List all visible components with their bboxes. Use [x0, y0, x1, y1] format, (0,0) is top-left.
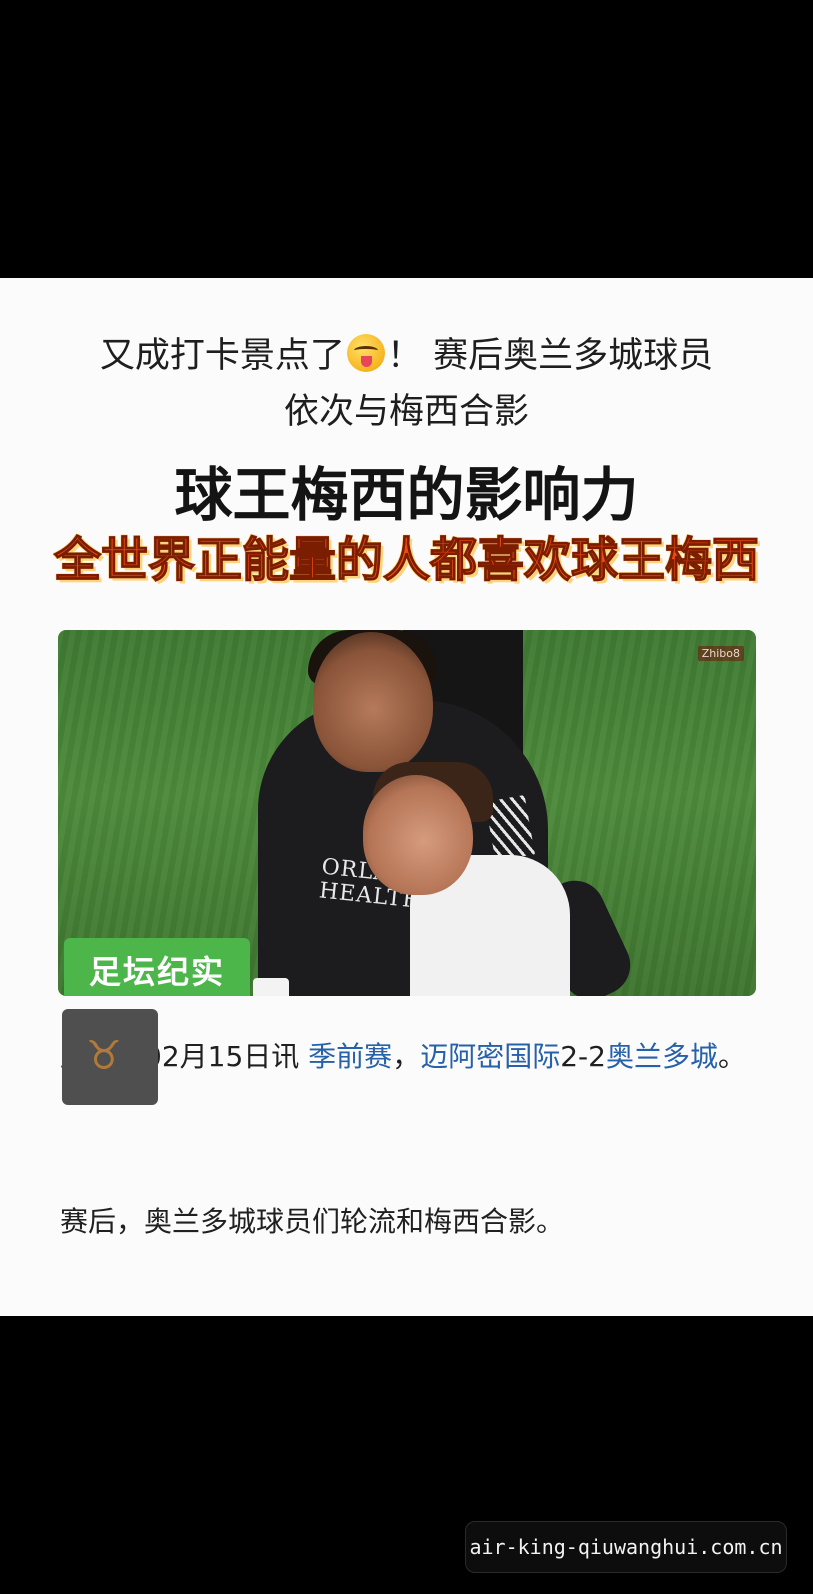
wristband [253, 978, 289, 996]
link-orlando-city[interactable]: 奥兰多城 [606, 1040, 718, 1073]
link-preseason[interactable]: 季前赛 [308, 1040, 392, 1073]
squinting-face-with-tongue-icon [346, 334, 385, 372]
messi-head [363, 775, 473, 895]
link-inter-miami[interactable]: 迈阿密国际 [420, 1040, 560, 1073]
goat-icon: ♉ [86, 1033, 122, 1079]
article-photo[interactable]: ORLANDOHEALTH Zhibo8 足坛纪实 [58, 630, 756, 996]
headline: 又成打卡景点了！ 赛后奥兰多城球员 依次与梅西合影 [20, 328, 793, 440]
video-watermark: Zhibo8 [697, 646, 744, 661]
headline-line-1: 又成打卡景点了！ 赛后奥兰多城球员 [99, 334, 714, 376]
avatar[interactable]: ♉ [62, 1009, 158, 1105]
goalkeeper-head [313, 632, 433, 772]
page-subtitle: 全世界正能量的人都喜欢球王梅西 [53, 532, 759, 588]
site-domain-badge: air-king-qiuwanghui.com.cn [465, 1521, 787, 1573]
headline-line-2: 依次与梅西合影 [283, 392, 529, 432]
page-title: 球王梅西的影响力 [174, 461, 639, 529]
article-card: 又成打卡景点了！ 赛后奥兰多城球员 依次与梅西合影 球王梅西的影响力 全世界正能… [0, 278, 813, 1316]
article-paragraph-1: 直播吧02月15日讯 季前赛，迈阿密国际2-2奥兰多城。 [60, 1040, 746, 1073]
article-paragraph-2: 赛后，奥兰多城球员们轮流和梅西合影。 [60, 1205, 565, 1238]
photo-tag: 足坛纪实 [64, 938, 250, 996]
